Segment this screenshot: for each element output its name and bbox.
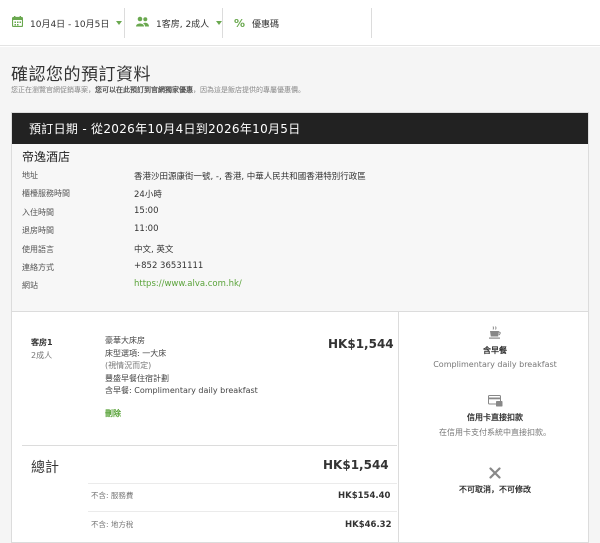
service-fee-label: 不含: 服務費 [91, 491, 134, 500]
perk-payment: 信用卡直接扣款 在信用卡支付系統中直接扣款。 [399, 395, 591, 438]
guest-selector[interactable]: 1客房, 2成人 [136, 8, 223, 38]
percent-icon: % [234, 16, 246, 30]
divider [88, 483, 397, 484]
info-label-check-in: 入住時間 [22, 208, 54, 217]
page-title: 確認您的預訂資料 [11, 65, 151, 85]
info-label-contact: 連絡方式 [22, 263, 54, 272]
info-value-address: 香港沙田源康街一號, -, 香港, 中華人民共和國香港特別行政區 [134, 172, 366, 182]
room-price: HK$1,544 [328, 337, 394, 351]
bed-type: 床型選項: 一大床 [105, 348, 167, 358]
divider [22, 445, 397, 446]
info-value-contact: +852 36531111 [134, 261, 204, 271]
perk-subtitle: 在信用卡支付系統中直接扣款。 [439, 428, 551, 437]
perk-breakfast: 含早餐 Complimentary daily breakfast [399, 326, 591, 369]
subtitle-text: 您正在瀏覽官網促銷專案， [11, 86, 95, 94]
total-amount: HK$1,544 [323, 458, 389, 472]
credit-card-icon [399, 395, 591, 407]
divider [88, 511, 397, 512]
local-tax-value: HK$46.32 [345, 520, 392, 530]
rate-plan: 豐盛早餐住宿計劃 [105, 373, 169, 383]
divider [371, 8, 372, 38]
hotel-name: 帝逸酒店 [22, 150, 71, 164]
hotel-info-card: 預訂日期 - 從2026年10月4日到2026年10月5日 帝逸酒店 地址 香港… [11, 112, 589, 312]
page-subtitle: 您正在瀏覽官網促銷專案，您可以在此預訂到官網獨家優惠，因為這是飯店提供的專屬優惠… [11, 85, 305, 95]
search-bar: 10月4日 - 10月5日 1客房, 2成人 % 優惠碼 [0, 0, 600, 46]
room-type: 豪華大床房 [105, 336, 145, 345]
perk-title: 含早餐 [483, 346, 507, 355]
service-fee-value: HK$154.40 [338, 491, 391, 501]
date-range-text: 10月4日 - 10月5日 [30, 19, 110, 30]
divider [124, 8, 125, 38]
subtitle-text: ，因為這是飯店提供的專屬優惠價。 [193, 86, 305, 94]
perks-pane: 含早餐 Complimentary daily breakfast 信用卡直接扣… [398, 312, 590, 543]
subtitle-highlight: 您可以在此預訂到官網獨家優惠 [95, 86, 193, 94]
info-value-check-out: 11:00 [134, 224, 159, 234]
date-selector[interactable]: 10月4日 - 10月5日 [11, 8, 123, 38]
cross-icon [399, 467, 591, 479]
guest-count-text: 1客房, 2成人 [156, 19, 210, 30]
info-value-languages: 中文, 英文 [134, 245, 174, 255]
info-label-website: 網站 [22, 281, 38, 290]
breakfast-info: 含早餐: Complimentary daily breakfast [105, 386, 258, 395]
info-label-languages: 使用語言 [22, 245, 54, 254]
info-value-website: https://www.alva.com.hk/ [134, 279, 242, 289]
booking-summary: 客房1 2成人 豪華大床房 床型選項: 一大床 (視情況而定) 豐盛早餐住宿計劃… [11, 312, 589, 543]
info-label-check-out: 退房時間 [22, 226, 54, 235]
calendar-icon [11, 16, 24, 30]
perk-subtitle: Complimentary daily breakfast [433, 360, 557, 369]
perk-cancellation: 不可取消，不可修改 [399, 467, 591, 495]
users-icon [136, 16, 149, 30]
room-label: 客房1 [31, 338, 53, 347]
bed-note: (視情況而定) [105, 361, 152, 370]
promo-code-placeholder: 優惠碼 [252, 19, 280, 30]
total-label: 總計 [31, 460, 59, 476]
info-label-address: 地址 [22, 171, 38, 180]
room-guests: 2成人 [31, 351, 53, 360]
promo-code-field[interactable]: % 優惠碼 [234, 8, 279, 38]
chevron-down-icon [116, 21, 123, 25]
info-label-front-desk: 櫃檯服務時間 [22, 189, 70, 198]
local-tax-label: 不含: 地方稅 [91, 520, 134, 529]
website-link[interactable]: https://www.alva.com.hk/ [134, 279, 242, 289]
room-details: 豪華大床房 床型選項: 一大床 (視情況而定) 豐盛早餐住宿計劃 含早餐: Co… [105, 335, 258, 398]
room-summary-pane: 客房1 2成人 豪華大床房 床型選項: 一大床 (視情況而定) 豐盛早餐住宿計劃… [12, 312, 398, 543]
delete-room-link[interactable]: 刪除 [105, 408, 121, 419]
coffee-cup-icon [399, 326, 591, 340]
perk-title: 不可取消，不可修改 [459, 485, 531, 494]
info-value-check-in: 15:00 [134, 206, 159, 216]
info-value-front-desk: 24小時 [134, 190, 162, 200]
booking-dates-header: 預訂日期 - 從2026年10月4日到2026年10月5日 [12, 113, 588, 144]
divider [222, 8, 223, 38]
perk-title: 信用卡直接扣款 [467, 413, 523, 422]
